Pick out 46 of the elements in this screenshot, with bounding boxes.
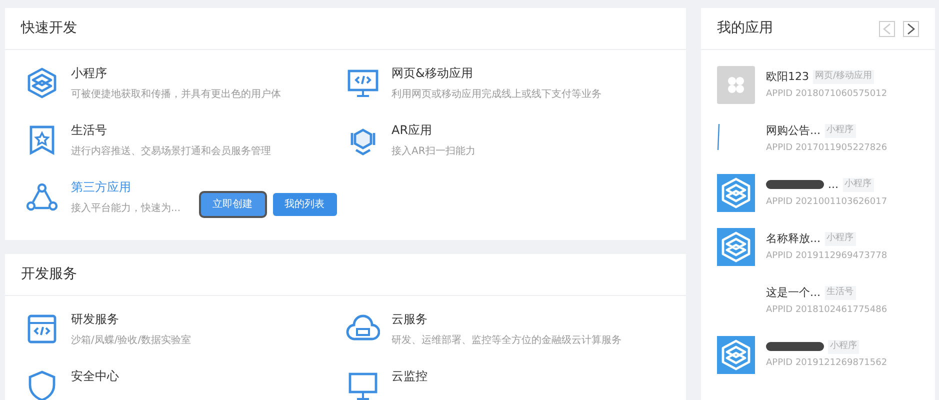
service-title: 研发服务 (71, 311, 120, 328)
redaction-mark (766, 342, 824, 352)
app-placeholder-icon (717, 66, 755, 104)
service-title: 云监控 (392, 368, 428, 385)
service-description: 利用网页或移动应用完成线上或线下支付等业务 (392, 88, 602, 102)
app-type-tag: 网页/移动应用 (813, 70, 874, 84)
service-title: 生活号 (71, 122, 108, 139)
app-id: APPID 2019121269871562 (766, 356, 888, 370)
app-logo-icon (717, 174, 755, 212)
section-title: 开发服务 (5, 254, 686, 296)
hexagon-logo-icon (25, 66, 59, 100)
app-type-tag: 小程序 (824, 232, 856, 246)
section-title: 快速开发 (5, 8, 686, 50)
app-type-tag: 生活号 (824, 286, 856, 300)
app-logo-icon (717, 228, 755, 266)
service-title: 小程序 (71, 65, 108, 82)
app-name[interactable]: 这是一个... (766, 284, 820, 301)
app-type-tag: 小程序 (828, 340, 859, 354)
service-description: 沙箱/凤蝶/验收/数据实验室 (71, 334, 192, 348)
app-logo-icon (717, 336, 755, 374)
app-id: APPID 2017011905227826 (766, 142, 888, 155)
chevron-left-icon (883, 22, 891, 34)
browser-code-icon (25, 312, 59, 346)
app-name[interactable]: 欧阳123 (766, 68, 809, 85)
app-id: APPID 2018102461775486 (766, 304, 888, 317)
app-id: APPID 2018071060575012 (766, 88, 888, 101)
app-type-tag: 小程序 (824, 124, 856, 138)
service-description: 进行内容推送、交易场景打通和会员服务管理 (71, 144, 271, 159)
app-name[interactable]: ... (828, 176, 838, 193)
chevron-right-icon (907, 22, 915, 34)
service-title: 云服务 (392, 311, 428, 328)
service-title: 网页&移动应用 (392, 65, 474, 82)
service-title: AR应用 (392, 122, 434, 139)
redaction-mark (766, 180, 824, 190)
section-title: 我的应用 (717, 19, 773, 38)
service-description: 研发、运维部署、监控等全方位的金融级云计算服务 (392, 334, 622, 348)
app-type-tag: 小程序 (842, 178, 874, 192)
next-button[interactable] (903, 20, 919, 36)
service-description: 可被便捷地获取和传播，并具有更出色的用户体 (71, 88, 281, 102)
service-description: 接入平台能力，快速为... (71, 202, 181, 216)
app-id: APPID 2021001103626017 (766, 196, 888, 209)
app-name[interactable]: 网购公告... (766, 122, 820, 139)
service-title: 安全中心 (71, 368, 119, 385)
app-name[interactable]: 名称释放... (766, 230, 820, 247)
app-id: APPID 2019112969473778 (766, 250, 888, 263)
service-description: 接入AR扫一扫能力 (392, 144, 476, 159)
